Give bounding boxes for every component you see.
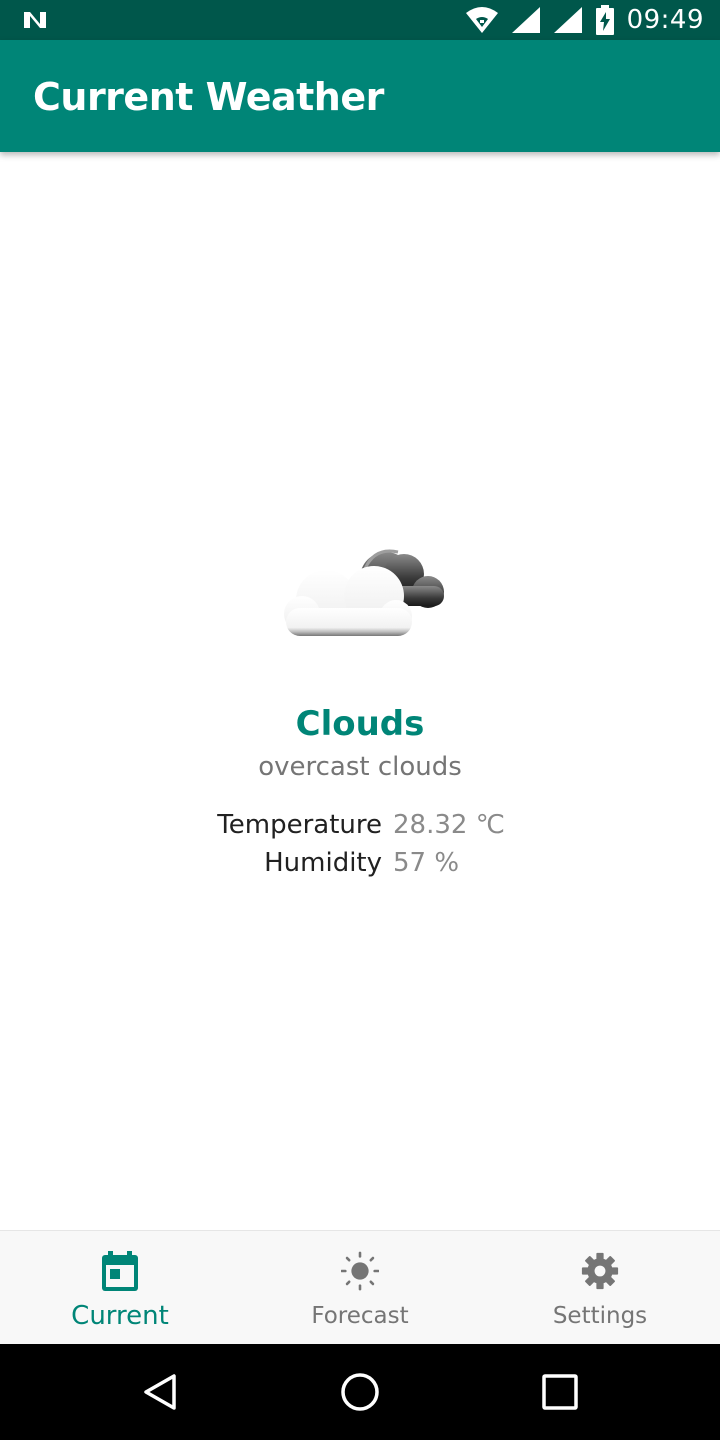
system-navigation-bar <box>0 1344 720 1440</box>
status-time: 09:49 <box>626 5 704 35</box>
nav-label-current: Current <box>71 1301 169 1331</box>
calendar-icon <box>101 1249 139 1293</box>
gear-icon <box>581 1249 619 1293</box>
nav-label-settings: Settings <box>552 1303 648 1329</box>
nav-label-forecast: Forecast <box>311 1303 409 1329</box>
bottom-navigation: Current Forecast Settings <box>0 1230 720 1344</box>
weather-description: overcast clouds <box>258 752 462 782</box>
back-icon[interactable] <box>140 1372 180 1412</box>
signal-icon <box>511 6 541 34</box>
sun-icon <box>341 1249 379 1293</box>
home-icon[interactable] <box>340 1372 380 1412</box>
wifi-icon <box>465 6 499 34</box>
temperature-row: Temperature 28.32 ℃ <box>0 810 720 844</box>
notification-n-icon <box>22 8 48 32</box>
page-title: Current Weather <box>33 75 384 119</box>
app-bar: Current Weather <box>0 40 720 152</box>
temperature-value: 28.32 ℃ <box>393 810 505 840</box>
recents-icon[interactable] <box>540 1372 580 1412</box>
status-icons: 09:49 <box>465 0 704 40</box>
humidity-value: 57 % <box>393 848 460 878</box>
humidity-row: Humidity 57 % <box>0 848 720 882</box>
nav-item-current[interactable]: Current <box>0 1231 240 1345</box>
cloud-icon <box>278 538 450 638</box>
current-weather-panel: Clouds overcast clouds Temperature 28.32… <box>0 152 720 1230</box>
status-bar: 09:49 <box>0 0 720 40</box>
nav-item-settings[interactable]: Settings <box>480 1231 720 1345</box>
temperature-label: Temperature <box>217 810 382 840</box>
weather-condition: Clouds <box>295 704 425 744</box>
battery-charging-icon <box>595 5 615 35</box>
nav-item-forecast[interactable]: Forecast <box>240 1231 480 1345</box>
signal-icon <box>553 6 583 34</box>
humidity-label: Humidity <box>264 848 382 878</box>
